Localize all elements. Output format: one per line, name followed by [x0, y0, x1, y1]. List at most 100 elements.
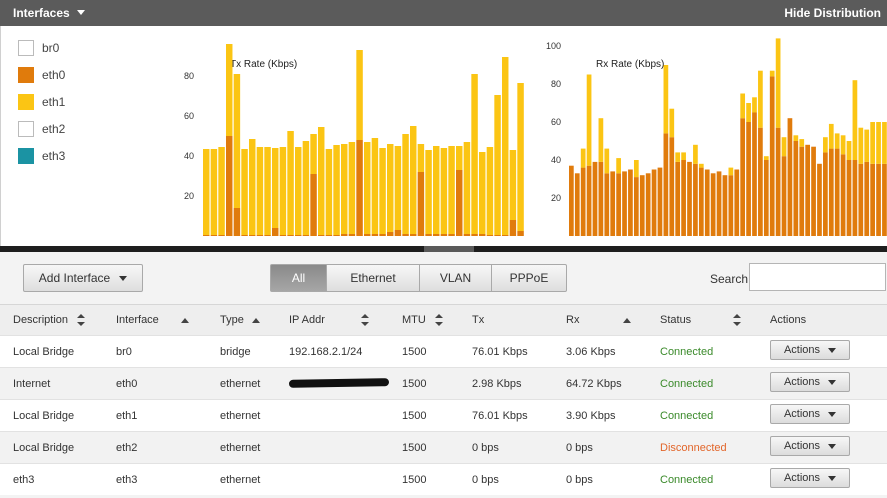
bar-eth0 — [226, 136, 233, 236]
bar-eth0 — [681, 160, 686, 236]
bar-eth0 — [364, 234, 371, 236]
bar-eth0 — [333, 235, 340, 236]
col-status[interactable]: Status — [660, 305, 742, 335]
filter-vlan[interactable]: VLAN — [420, 264, 492, 292]
bar-eth0 — [394, 230, 402, 236]
bar-eth1 — [693, 144, 698, 164]
cell-type: bridge — [220, 345, 251, 358]
bar-eth1 — [793, 135, 799, 141]
interfaces-menu[interactable]: Interfaces — [13, 6, 85, 20]
bar-eth0 — [402, 234, 409, 236]
bar-eth0 — [834, 148, 840, 236]
sort-icon — [434, 314, 443, 326]
cell-type: ethernet — [220, 409, 261, 422]
bar-eth1 — [746, 103, 751, 122]
column-label: IP Addr — [289, 314, 325, 326]
filter-ethernet[interactable]: Ethernet — [327, 264, 420, 292]
bar-eth1 — [264, 147, 271, 235]
actions-button[interactable]: Actions — [770, 340, 850, 360]
actions-button[interactable]: Actions — [770, 436, 850, 456]
bar-eth0 — [828, 148, 834, 236]
tx-rate-chart: 20 40 60 80 Tx Rate (Kbps) — [184, 44, 524, 236]
bar-eth0 — [295, 235, 302, 236]
col-rx[interactable]: Rx — [566, 305, 632, 335]
bar-eth1 — [295, 147, 302, 235]
actions-label: Actions — [783, 440, 821, 452]
y-tick-label: 80 — [184, 71, 194, 81]
bar-eth1 — [210, 149, 218, 235]
bar-eth1 — [218, 147, 225, 235]
search-input[interactable] — [749, 263, 886, 291]
bar-eth0 — [598, 161, 604, 236]
col-type[interactable]: Type — [220, 305, 260, 335]
bar-eth1 — [325, 149, 333, 235]
bar-eth0 — [752, 112, 757, 236]
legend-label: eth3 — [42, 149, 66, 163]
bar-eth0 — [769, 76, 775, 237]
bar-eth1 — [256, 147, 264, 235]
bar-eth1 — [876, 122, 881, 164]
col-ip-addr[interactable]: IP Addr — [289, 305, 369, 335]
bar-eth0 — [734, 169, 740, 236]
bar-eth0 — [210, 235, 218, 236]
chevron-down-icon — [828, 347, 837, 353]
col-mtu[interactable]: MTU — [402, 305, 443, 335]
legend-label: eth1 — [42, 95, 66, 109]
bar-eth1 — [616, 158, 621, 174]
cell-mtu: 1500 — [402, 441, 427, 454]
actions-button[interactable]: Actions — [770, 404, 850, 424]
bar-eth0 — [410, 234, 417, 236]
col-interface[interactable]: Interface — [116, 305, 189, 335]
bar-eth0 — [318, 235, 325, 236]
bar-eth1 — [287, 131, 294, 235]
bar-eth0 — [486, 235, 494, 236]
cell-status: Disconnected — [660, 441, 727, 454]
bar-eth0 — [249, 235, 256, 236]
actions-label: Actions — [783, 376, 821, 388]
legend-item-eth0: eth0 — [18, 67, 65, 94]
chart-title: Rx Rate (Kbps) — [596, 59, 664, 70]
interfaces-header: Interfaces Hide Distribution — [0, 0, 887, 26]
legend-swatch — [18, 40, 34, 56]
cell-status: Connected — [660, 409, 714, 422]
add-interface-button[interactable]: Add Interface — [23, 264, 143, 292]
add-interface-label: Add Interface — [38, 271, 111, 285]
bar-eth0 — [622, 171, 627, 236]
bar-eth0 — [846, 160, 852, 236]
bar-eth0 — [657, 167, 663, 236]
cell-tx: 0 bps — [472, 473, 499, 486]
bar-eth0 — [502, 235, 509, 236]
col-tx[interactable]: Tx — [472, 305, 484, 335]
filter-all[interactable]: All — [270, 264, 327, 292]
bar-eth1 — [310, 134, 317, 174]
bar-eth1 — [775, 38, 781, 128]
bar-eth0 — [256, 235, 264, 236]
bar-eth0 — [811, 146, 816, 236]
bar-eth0 — [417, 172, 425, 236]
redacted-ip-scribble — [288, 378, 390, 388]
bar-eth1 — [417, 144, 425, 172]
bar-eth0 — [698, 167, 704, 236]
table-row: eth3 eth3 ethernet 1500 0 bps 0 bps Conn… — [0, 463, 887, 495]
cell-status: Connected — [660, 473, 714, 486]
y-tick-label: 60 — [551, 117, 561, 127]
actions-label: Actions — [783, 472, 821, 484]
cell-interface: eth3 — [116, 473, 138, 486]
cell-tx: 0 bps — [472, 441, 499, 454]
actions-button[interactable]: Actions — [770, 468, 850, 488]
legend-item-eth3: eth3 — [18, 148, 65, 175]
bar-eth1 — [463, 142, 471, 234]
filter-pppoe[interactable]: PPPoE — [492, 264, 567, 292]
col-description[interactable]: Description — [13, 305, 86, 335]
cell-status: Connected — [660, 377, 714, 390]
y-tick-label: 20 — [184, 191, 194, 201]
bar-eth1 — [241, 149, 248, 235]
bar-eth0 — [722, 175, 728, 236]
search-label: Search — [710, 272, 749, 286]
actions-button[interactable]: Actions — [770, 372, 850, 392]
cell-tx: 2.98 Kbps — [472, 377, 522, 390]
bar-eth0 — [325, 235, 333, 236]
bar-eth1 — [758, 70, 763, 128]
bar-eth0 — [456, 170, 463, 236]
hide-distribution-link[interactable]: Hide Distribution — [784, 6, 881, 20]
